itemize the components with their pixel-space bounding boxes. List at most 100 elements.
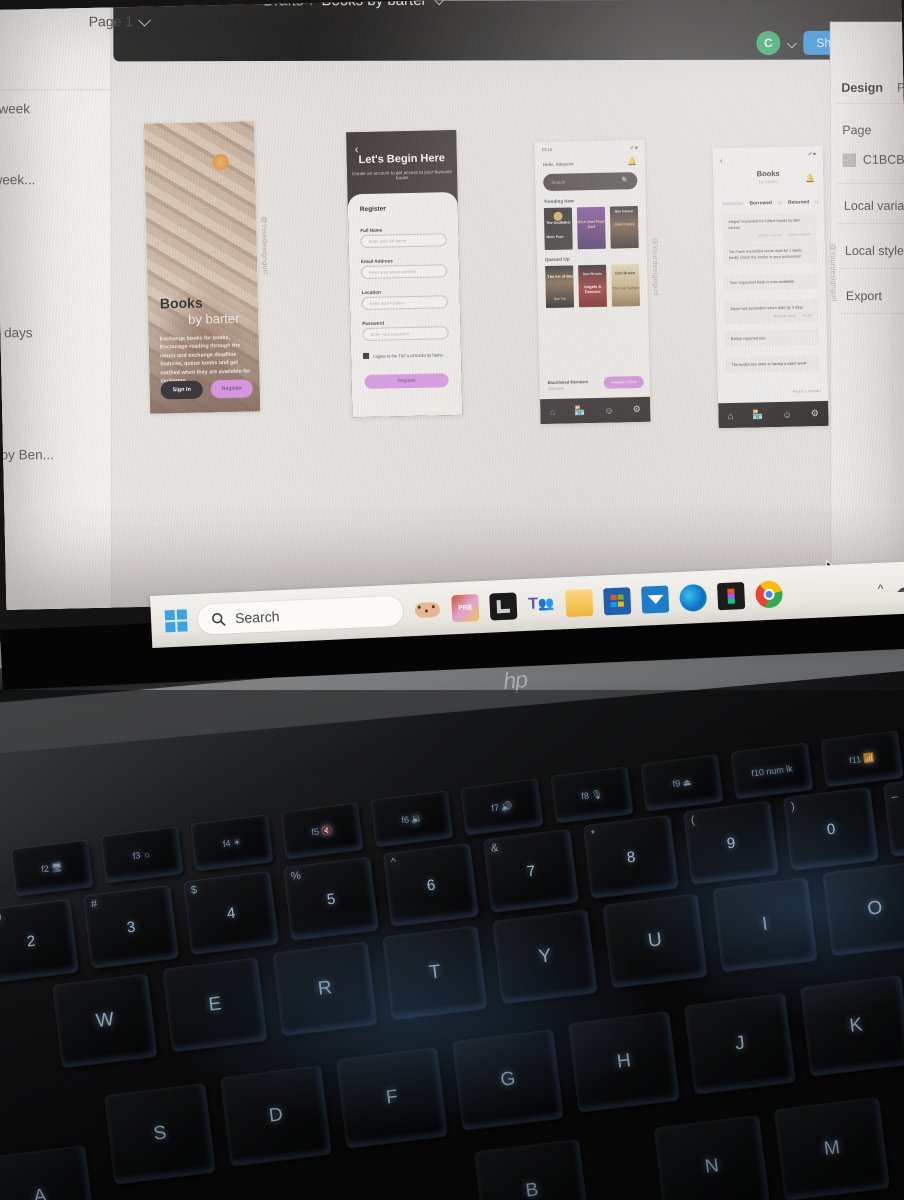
bottom-nav[interactable]: ⌂ 🏪 ☺ ⚙ — [718, 400, 829, 429]
store-icon[interactable]: 🏪 — [752, 409, 763, 420]
key-6[interactable]: ^ 6 — [383, 844, 479, 926]
key-4[interactable]: $4 — [183, 872, 279, 954]
search-bar[interactable]: Search 🔍 — [543, 172, 638, 192]
key-T[interactable]: T — [383, 926, 487, 1020]
notification-item[interactable]: Evelyn reported you. — [724, 329, 819, 348]
decline-request-action[interactable]: Decline request — [788, 232, 811, 236]
page-selector[interactable]: Page 1 — [89, 13, 152, 29]
field-full-name[interactable]: Full Name Enter your full name — [360, 226, 447, 249]
back-arrow-icon[interactable]: ‹ — [720, 156, 723, 165]
layer-item[interactable]: ng a sales week — [0, 102, 114, 117]
powerpoint-icon[interactable]: PRE — [451, 593, 480, 622]
profile-icon[interactable]: ☺ — [604, 405, 613, 415]
notification-item[interactable]: Your requested book is now available — [723, 273, 818, 292]
frame-splash-screen[interactable]: Books by barter Exchange books for books… — [143, 121, 261, 414]
cloud-icon[interactable]: ☁ — [896, 581, 904, 596]
page-color-row[interactable]: C1BCB0 — [842, 153, 904, 167]
key-Y[interactable]: Y — [493, 910, 597, 1004]
key-2[interactable]: @2 — [0, 900, 79, 982]
book-cover[interactable]: Dan Brown The Lost Symbol — [611, 263, 641, 307]
home-icon[interactable]: ⌂ — [728, 410, 734, 420]
notification-actions[interactable]: Message Joyce Report — [730, 313, 812, 319]
report-member-link[interactable]: Report a member — [793, 389, 821, 394]
layer-item[interactable]: date by 1 week... — [0, 173, 114, 188]
field-password[interactable]: Password Enter your password — [362, 319, 449, 342]
location-input[interactable]: Enter your location — [361, 295, 449, 311]
frame-home-screen[interactable]: 23:15 ☍ ■ Hello, Adeyemi 🔔 Search 🔍 Tren… — [534, 139, 651, 425]
settings-icon[interactable]: ⚙ — [633, 404, 641, 415]
notification-actions[interactable]: Confirm request Decline request — [728, 232, 810, 238]
tab-borrowed[interactable]: Borrowed — [750, 201, 772, 206]
tab-notification[interactable]: Notification — [722, 201, 744, 206]
key-5[interactable]: % 5 — [283, 858, 379, 940]
local-variables-row[interactable]: Local varia — [844, 199, 904, 213]
frame-notifications-screen[interactable]: ☍ ■ ‹ Books by barter 🔔 Notification Bor… — [712, 145, 829, 429]
figma-application[interactable]: Drafts / Books by barter C Share </> Pag… — [0, 0, 904, 610]
key-R[interactable]: R — [273, 942, 377, 1036]
splash-buttons[interactable]: Sign In Register — [160, 379, 253, 400]
edge-icon[interactable] — [679, 583, 708, 612]
key-9[interactable]: (9 — [683, 802, 779, 884]
book-cover[interactable]: Ben Carson Gifted Hands — [609, 206, 639, 249]
password-input[interactable]: Enter your password — [362, 326, 449, 342]
key-G[interactable]: G — [453, 1030, 563, 1130]
key-f7[interactable]: f7 🔊 — [461, 779, 543, 835]
field-email[interactable]: Email Address Enter your email address — [361, 257, 448, 280]
book-cover[interactable]: Dan Brown Angels & Demons — [578, 264, 608, 308]
book-cover[interactable]: The Art of War Sun Tzu — [545, 265, 575, 309]
design-panel-tabs[interactable]: Design Pr — [841, 81, 904, 95]
key-O[interactable]: O — [823, 862, 904, 956]
key-W[interactable]: W — [53, 974, 157, 1068]
settings-icon[interactable]: ⚙ — [811, 408, 819, 419]
word-icon[interactable] — [489, 591, 518, 621]
message-action[interactable]: Message Joyce — [773, 313, 796, 317]
key-f2[interactable]: f2 🖥 — [11, 840, 93, 896]
notification-tabs[interactable]: Notification Borrowed (6) Returned (2) — [722, 199, 820, 207]
tab-returned[interactable]: Returned — [788, 200, 809, 205]
chevron-up-icon[interactable]: ^ — [877, 582, 883, 596]
start-icon[interactable] — [164, 609, 188, 633]
key-8[interactable]: * 8 — [583, 816, 679, 898]
key-7[interactable]: & 7 — [483, 830, 579, 912]
key-f3[interactable]: f3 ☼ — [101, 827, 183, 883]
queued-grid[interactable]: The Art of War Sun Tzu Dan Brown Angels … — [545, 263, 641, 309]
key-0[interactable]: ) 0 — [783, 788, 879, 870]
layer-item[interactable]: n date by 3 days — [0, 326, 115, 341]
full-name-input[interactable]: Enter your full name — [360, 233, 447, 249]
key-f4[interactable]: f4 ☀ — [191, 815, 273, 871]
notification-item[interactable]: Abigail requested for Gifted hands by Be… — [722, 212, 817, 243]
key-N[interactable]: N — [654, 1115, 770, 1200]
key-J[interactable]: J — [685, 994, 795, 1094]
email-input[interactable]: Enter your email address — [361, 264, 448, 280]
blacklist-link[interactable]: Click here — [548, 387, 564, 391]
file-explorer-icon[interactable] — [565, 588, 594, 617]
key-f11[interactable]: f11 📶 — [821, 731, 903, 787]
frame-register-screen[interactable]: ‹ Let's Begin Here Create an account to … — [346, 129, 463, 418]
figma-icon[interactable] — [716, 581, 746, 610]
profile-icon[interactable]: ☺ — [782, 409, 791, 419]
field-location[interactable]: Location Enter your location — [361, 288, 449, 311]
home-icon[interactable]: ⌂ — [550, 406, 556, 416]
key-f9[interactable]: f9 ⏏ — [641, 755, 723, 811]
bottom-nav[interactable]: ⌂ 🏪 ☺ ⚙ — [540, 396, 651, 425]
key-B[interactable]: B — [474, 1139, 590, 1200]
cookies-widget[interactable] — [413, 595, 441, 623]
register-submit-button[interactable]: Register — [364, 373, 449, 390]
search-icon[interactable]: 🔍 — [622, 177, 630, 184]
key-f10[interactable]: f10 num lk — [731, 743, 813, 799]
terms-checkbox[interactable] — [362, 352, 370, 360]
key-U[interactable]: U — [603, 894, 707, 988]
color-swatch[interactable] — [842, 153, 856, 167]
tab-prototype[interactable]: Pr — [897, 81, 904, 95]
notification-item[interactable]: You have exceeded return date by 1 week,… — [722, 242, 818, 266]
key-f5[interactable]: f5 🔇 — [281, 803, 363, 859]
bell-icon[interactable]: 🔔 — [627, 157, 637, 166]
key-D[interactable]: D — [221, 1066, 331, 1166]
sign-in-button[interactable]: Sign In — [160, 380, 203, 400]
key-f8[interactable]: f8 🎙 — [551, 767, 633, 823]
layer-list[interactable]: ng a sales week date by 1 week... v avai… — [0, 89, 115, 464]
figma-canvas[interactable]: Books by barter Exchange books for books… — [113, 44, 845, 610]
key-A[interactable]: A — [0, 1146, 96, 1200]
key-I[interactable]: I — [713, 878, 817, 972]
store-icon[interactable]: 🏪 — [574, 405, 585, 416]
